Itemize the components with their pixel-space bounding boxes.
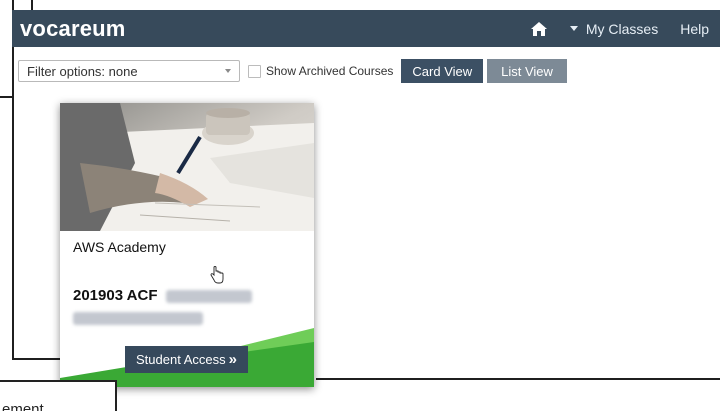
archived-checkbox[interactable] xyxy=(248,64,261,78)
archived-label: Show Archived Courses xyxy=(266,64,394,78)
archived-toggle[interactable]: Show Archived Courses xyxy=(248,64,393,78)
student-access-button[interactable]: Student Access » xyxy=(125,346,248,373)
my-classes-menu[interactable]: My Classes xyxy=(559,10,669,47)
my-classes-label: My Classes xyxy=(585,20,659,37)
hand-cursor-icon xyxy=(210,266,224,284)
partial-window: ement xyxy=(0,380,117,411)
filter-options-select[interactable]: Filter options: none xyxy=(18,60,240,82)
background-window-line xyxy=(12,0,14,360)
nav-right: My Classes Help xyxy=(519,10,720,47)
partial-window-text: ement xyxy=(2,401,44,411)
redacted-text xyxy=(73,311,203,325)
course-title-text: 201903 ACF xyxy=(73,287,158,304)
course-provider: AWS Academy xyxy=(73,239,166,255)
help-link[interactable]: Help xyxy=(669,10,720,47)
course-card-image xyxy=(60,103,314,231)
double-chevron-right-icon: » xyxy=(228,351,237,368)
redacted-text xyxy=(165,289,252,303)
vocareum-logo[interactable]: vocareum xyxy=(20,16,126,42)
background-window-line xyxy=(0,96,14,98)
course-card[interactable]: AWS Academy 201903 ACF Student Access » xyxy=(60,103,314,387)
card-view-button[interactable]: Card View xyxy=(401,59,484,83)
background-window-line xyxy=(316,378,720,380)
filter-options-value: Filter options: none xyxy=(27,63,138,79)
chevron-down-icon xyxy=(225,69,231,73)
background-window-line xyxy=(31,0,33,10)
background-window-line xyxy=(12,358,60,360)
list-view-button[interactable]: List View xyxy=(487,59,567,83)
filter-bar: Filter options: none Show Archived Cours… xyxy=(18,59,567,83)
student-access-label: Student Access xyxy=(136,352,226,367)
course-title: 201903 ACF xyxy=(73,285,298,329)
top-navbar: vocareum My Classes Help xyxy=(12,10,720,47)
caret-down-icon xyxy=(569,26,578,31)
home-icon[interactable] xyxy=(519,10,559,47)
